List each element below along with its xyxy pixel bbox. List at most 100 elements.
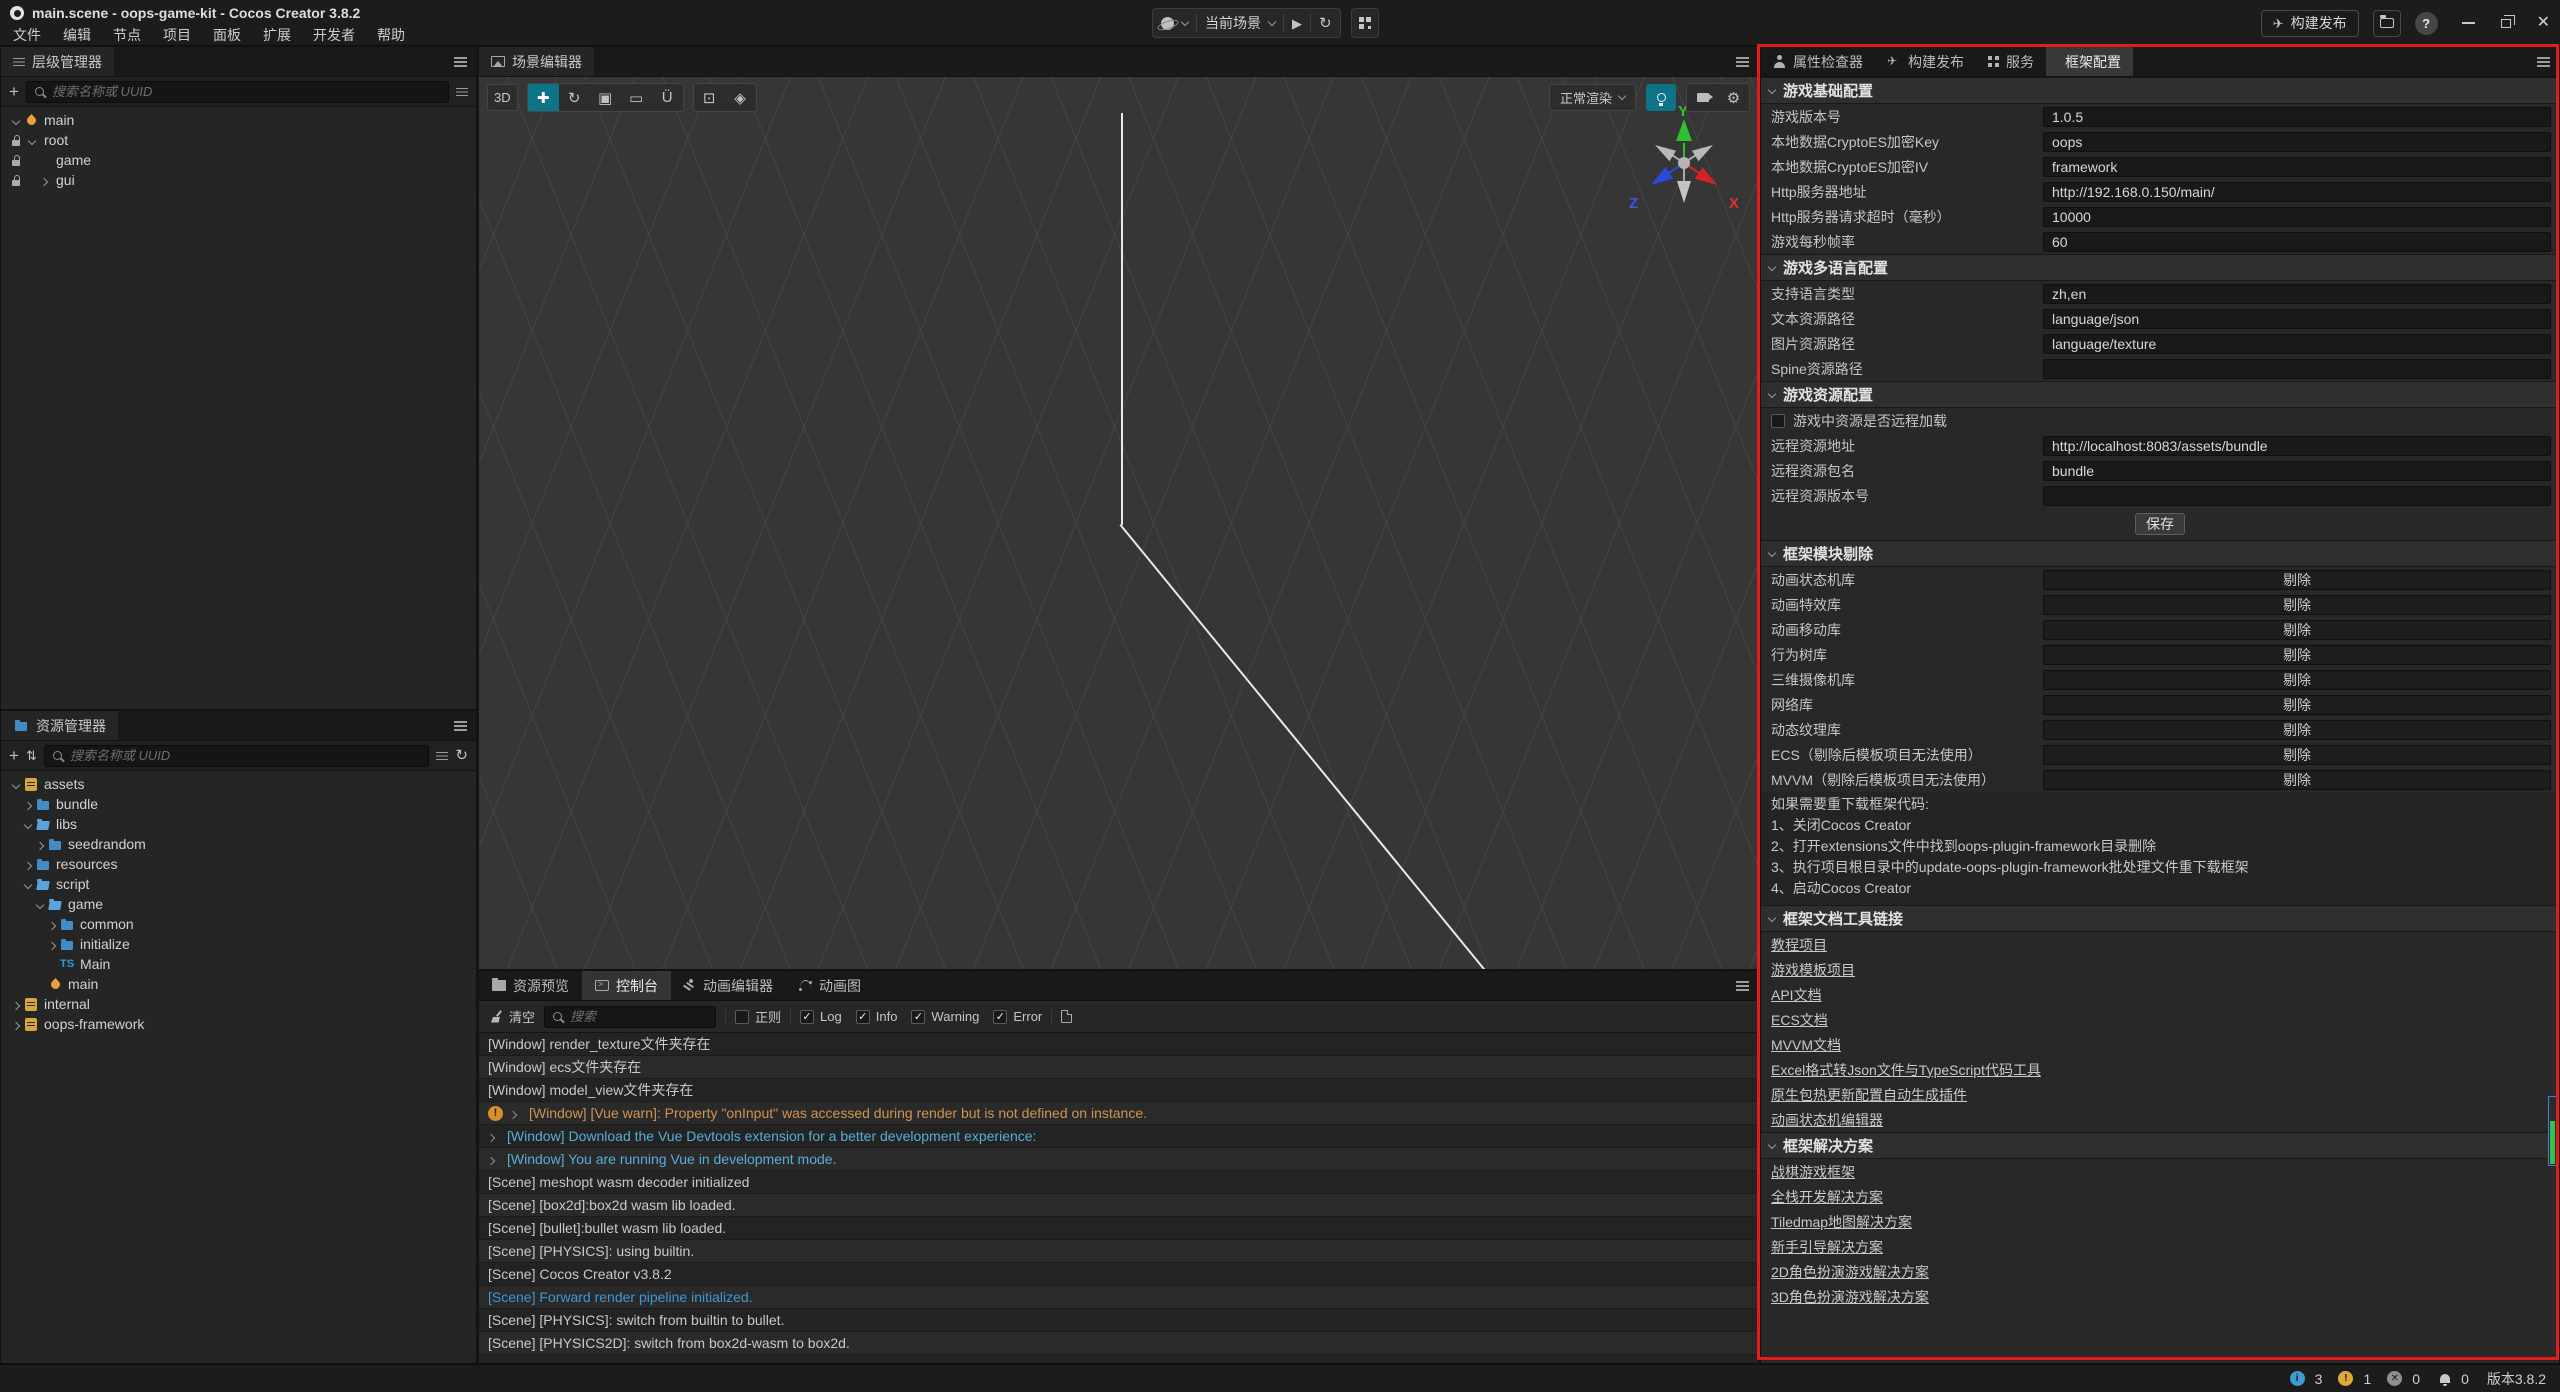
console-search[interactable] — [544, 1006, 716, 1028]
field-input[interactable] — [2043, 436, 2551, 456]
tree-node[interactable]: game — [1, 150, 476, 170]
field-input[interactable] — [2043, 334, 2551, 354]
console-tab[interactable]: 动画编辑器 — [671, 971, 786, 1000]
expand-chevron-icon[interactable] — [9, 780, 23, 788]
build-publish-button[interactable]: ✈ 构建发布 — [2261, 10, 2359, 37]
field-input[interactable] — [2043, 132, 2551, 152]
assets-search-input[interactable] — [68, 747, 421, 764]
menu-item[interactable]: 项目 — [152, 25, 202, 45]
remove-module-button[interactable]: 剔除 — [2043, 570, 2551, 590]
maximize-button[interactable] — [2501, 19, 2511, 28]
doc-link[interactable]: 教程项目 — [1761, 932, 2559, 957]
log-row[interactable]: ! [Window] You are running Vue in develo… — [479, 1148, 1758, 1171]
doc-link[interactable]: 游戏模板项目 — [1761, 957, 2559, 982]
section-solutions[interactable]: 框架解决方案 — [1761, 1132, 2559, 1159]
log-filter-checkbox[interactable]: Log — [800, 1009, 842, 1024]
doc-link[interactable]: MVVM文档 — [1761, 1032, 2559, 1057]
log-row[interactable]: ! [Window] ecs文件夹存在 — [479, 1056, 1758, 1079]
inspector-tab[interactable]: 框架配置 — [2046, 47, 2133, 76]
expand-chevron-icon[interactable] — [9, 1019, 23, 1029]
tree-node[interactable]: resources — [1, 854, 476, 874]
tab-scene-editor[interactable]: 场景编辑器 — [479, 47, 594, 76]
camera-button[interactable] — [1687, 84, 1718, 111]
scale-tool-button[interactable]: ▣ — [590, 84, 621, 111]
log-file-icon[interactable] — [1061, 1010, 1072, 1023]
bell-icon[interactable] — [2440, 1374, 2450, 1383]
expand-chevron-icon[interactable] — [9, 116, 23, 124]
render-mode-select[interactable]: 正常渲染 — [1549, 84, 1636, 111]
tree-node[interactable]: assets — [1, 774, 476, 794]
info-count-icon[interactable]: i — [2290, 1371, 2305, 1386]
field-input[interactable] — [2043, 182, 2551, 202]
tree-node[interactable]: initialize — [1, 934, 476, 954]
expand-chevron-icon[interactable] — [510, 1105, 520, 1121]
hierarchy-search-input[interactable] — [50, 83, 440, 100]
scene-settings-button[interactable]: ⚙ — [1718, 84, 1749, 111]
rect-tool-button[interactable]: ▭ — [621, 84, 652, 111]
doc-link[interactable]: API文档 — [1761, 982, 2559, 1007]
tree-node[interactable]: Main — [1, 954, 476, 974]
expand-chevron-icon[interactable] — [21, 799, 35, 809]
preview-target-icon[interactable] — [1161, 17, 1174, 30]
minimize-button[interactable] — [2462, 22, 2475, 24]
log-row[interactable]: ! [Window] Download the Vue Devtools ext… — [479, 1125, 1758, 1148]
log-filter-checkbox[interactable]: Info — [856, 1009, 898, 1024]
menu-item[interactable]: 编辑 — [52, 25, 102, 45]
expand-chevron-icon[interactable] — [488, 1151, 498, 1167]
log-filter-checkbox[interactable]: Warning — [911, 1009, 979, 1024]
solution-link[interactable]: 战棋游戏框架 — [1761, 1159, 2559, 1184]
expand-chevron-icon[interactable] — [33, 839, 47, 849]
expand-chevron-icon[interactable] — [21, 880, 35, 888]
menu-item[interactable]: 帮助 — [366, 25, 416, 45]
field-input[interactable] — [2043, 284, 2551, 304]
expand-chevron-icon[interactable] — [45, 939, 59, 949]
chevron-down-icon[interactable] — [1181, 17, 1189, 25]
inspector-tab[interactable]: 构建发布 — [1875, 47, 1976, 76]
remove-module-button[interactable]: 剔除 — [2043, 620, 2551, 640]
lock-icon[interactable] — [9, 132, 25, 148]
close-button[interactable]: ✕ — [2537, 15, 2550, 31]
tree-node[interactable]: root — [1, 130, 476, 150]
solution-link[interactable]: 2D角色扮演游戏解决方案 — [1761, 1259, 2559, 1284]
menu-item[interactable]: 扩展 — [252, 25, 302, 45]
panel-menu-icon[interactable] — [454, 720, 467, 731]
sort-icon[interactable]: ⇅ — [26, 749, 37, 762]
tree-node[interactable]: libs — [1, 814, 476, 834]
log-row[interactable]: ! [Scene] Cocos Creator v3.8.2 — [479, 1263, 1758, 1286]
tree-node[interactable]: main — [1, 974, 476, 994]
inspector-tab[interactable]: 服务 — [1976, 47, 2046, 76]
tab-assets[interactable]: 资源管理器 — [1, 711, 118, 740]
reload-button[interactable]: ↻ — [1319, 16, 1332, 31]
checkbox[interactable] — [1771, 414, 1785, 428]
assets-search[interactable] — [44, 745, 430, 767]
solution-link[interactable]: 新手引导解决方案 — [1761, 1234, 2559, 1259]
scrollbar-thumb[interactable] — [2548, 1096, 2557, 1166]
section-game-basic[interactable]: 游戏基础配置 — [1761, 77, 2559, 104]
filter-icon[interactable] — [436, 751, 448, 761]
console-tab[interactable]: 资源预览 — [479, 971, 582, 1000]
remove-module-button[interactable]: 剔除 — [2043, 595, 2551, 615]
menu-item[interactable]: 开发者 — [302, 25, 366, 45]
expand-chevron-icon[interactable] — [488, 1128, 498, 1144]
panel-menu-icon[interactable] — [1736, 980, 1749, 991]
field-input[interactable] — [2043, 107, 2551, 127]
warning-count-icon[interactable]: ! — [2338, 1371, 2353, 1386]
lock-icon[interactable] — [9, 172, 25, 188]
play-button[interactable]: ▶ — [1292, 17, 1302, 30]
remove-module-button[interactable]: 剔除 — [2043, 745, 2551, 765]
scene-viewport[interactable]: 3D ✚ ↻ ▣ ▭ Ü ⊡ ◈ 正常渲染 — [479, 77, 1758, 969]
log-row[interactable]: ! [Window] model_view文件夹存在 — [479, 1079, 1758, 1102]
tree-node[interactable]: game — [1, 894, 476, 914]
ui-tool-button[interactable]: Ü — [652, 84, 683, 111]
mode-3d-button[interactable]: 3D — [487, 84, 518, 111]
expand-chevron-icon[interactable] — [21, 859, 35, 869]
section-resources[interactable]: 游戏资源配置 — [1761, 381, 2559, 408]
log-row[interactable]: ! [Scene] Forward render pipeline initia… — [479, 1286, 1758, 1309]
log-row[interactable]: ! [Window] render_texture文件夹存在 — [479, 1033, 1758, 1056]
doc-link[interactable]: ECS文档 — [1761, 1007, 2559, 1032]
lock-icon[interactable] — [9, 152, 25, 168]
remove-module-button[interactable]: 剔除 — [2043, 670, 2551, 690]
console-tab[interactable]: 控制台 — [582, 971, 671, 1000]
move-tool-button[interactable]: ✚ — [528, 84, 559, 111]
tree-node[interactable]: bundle — [1, 794, 476, 814]
